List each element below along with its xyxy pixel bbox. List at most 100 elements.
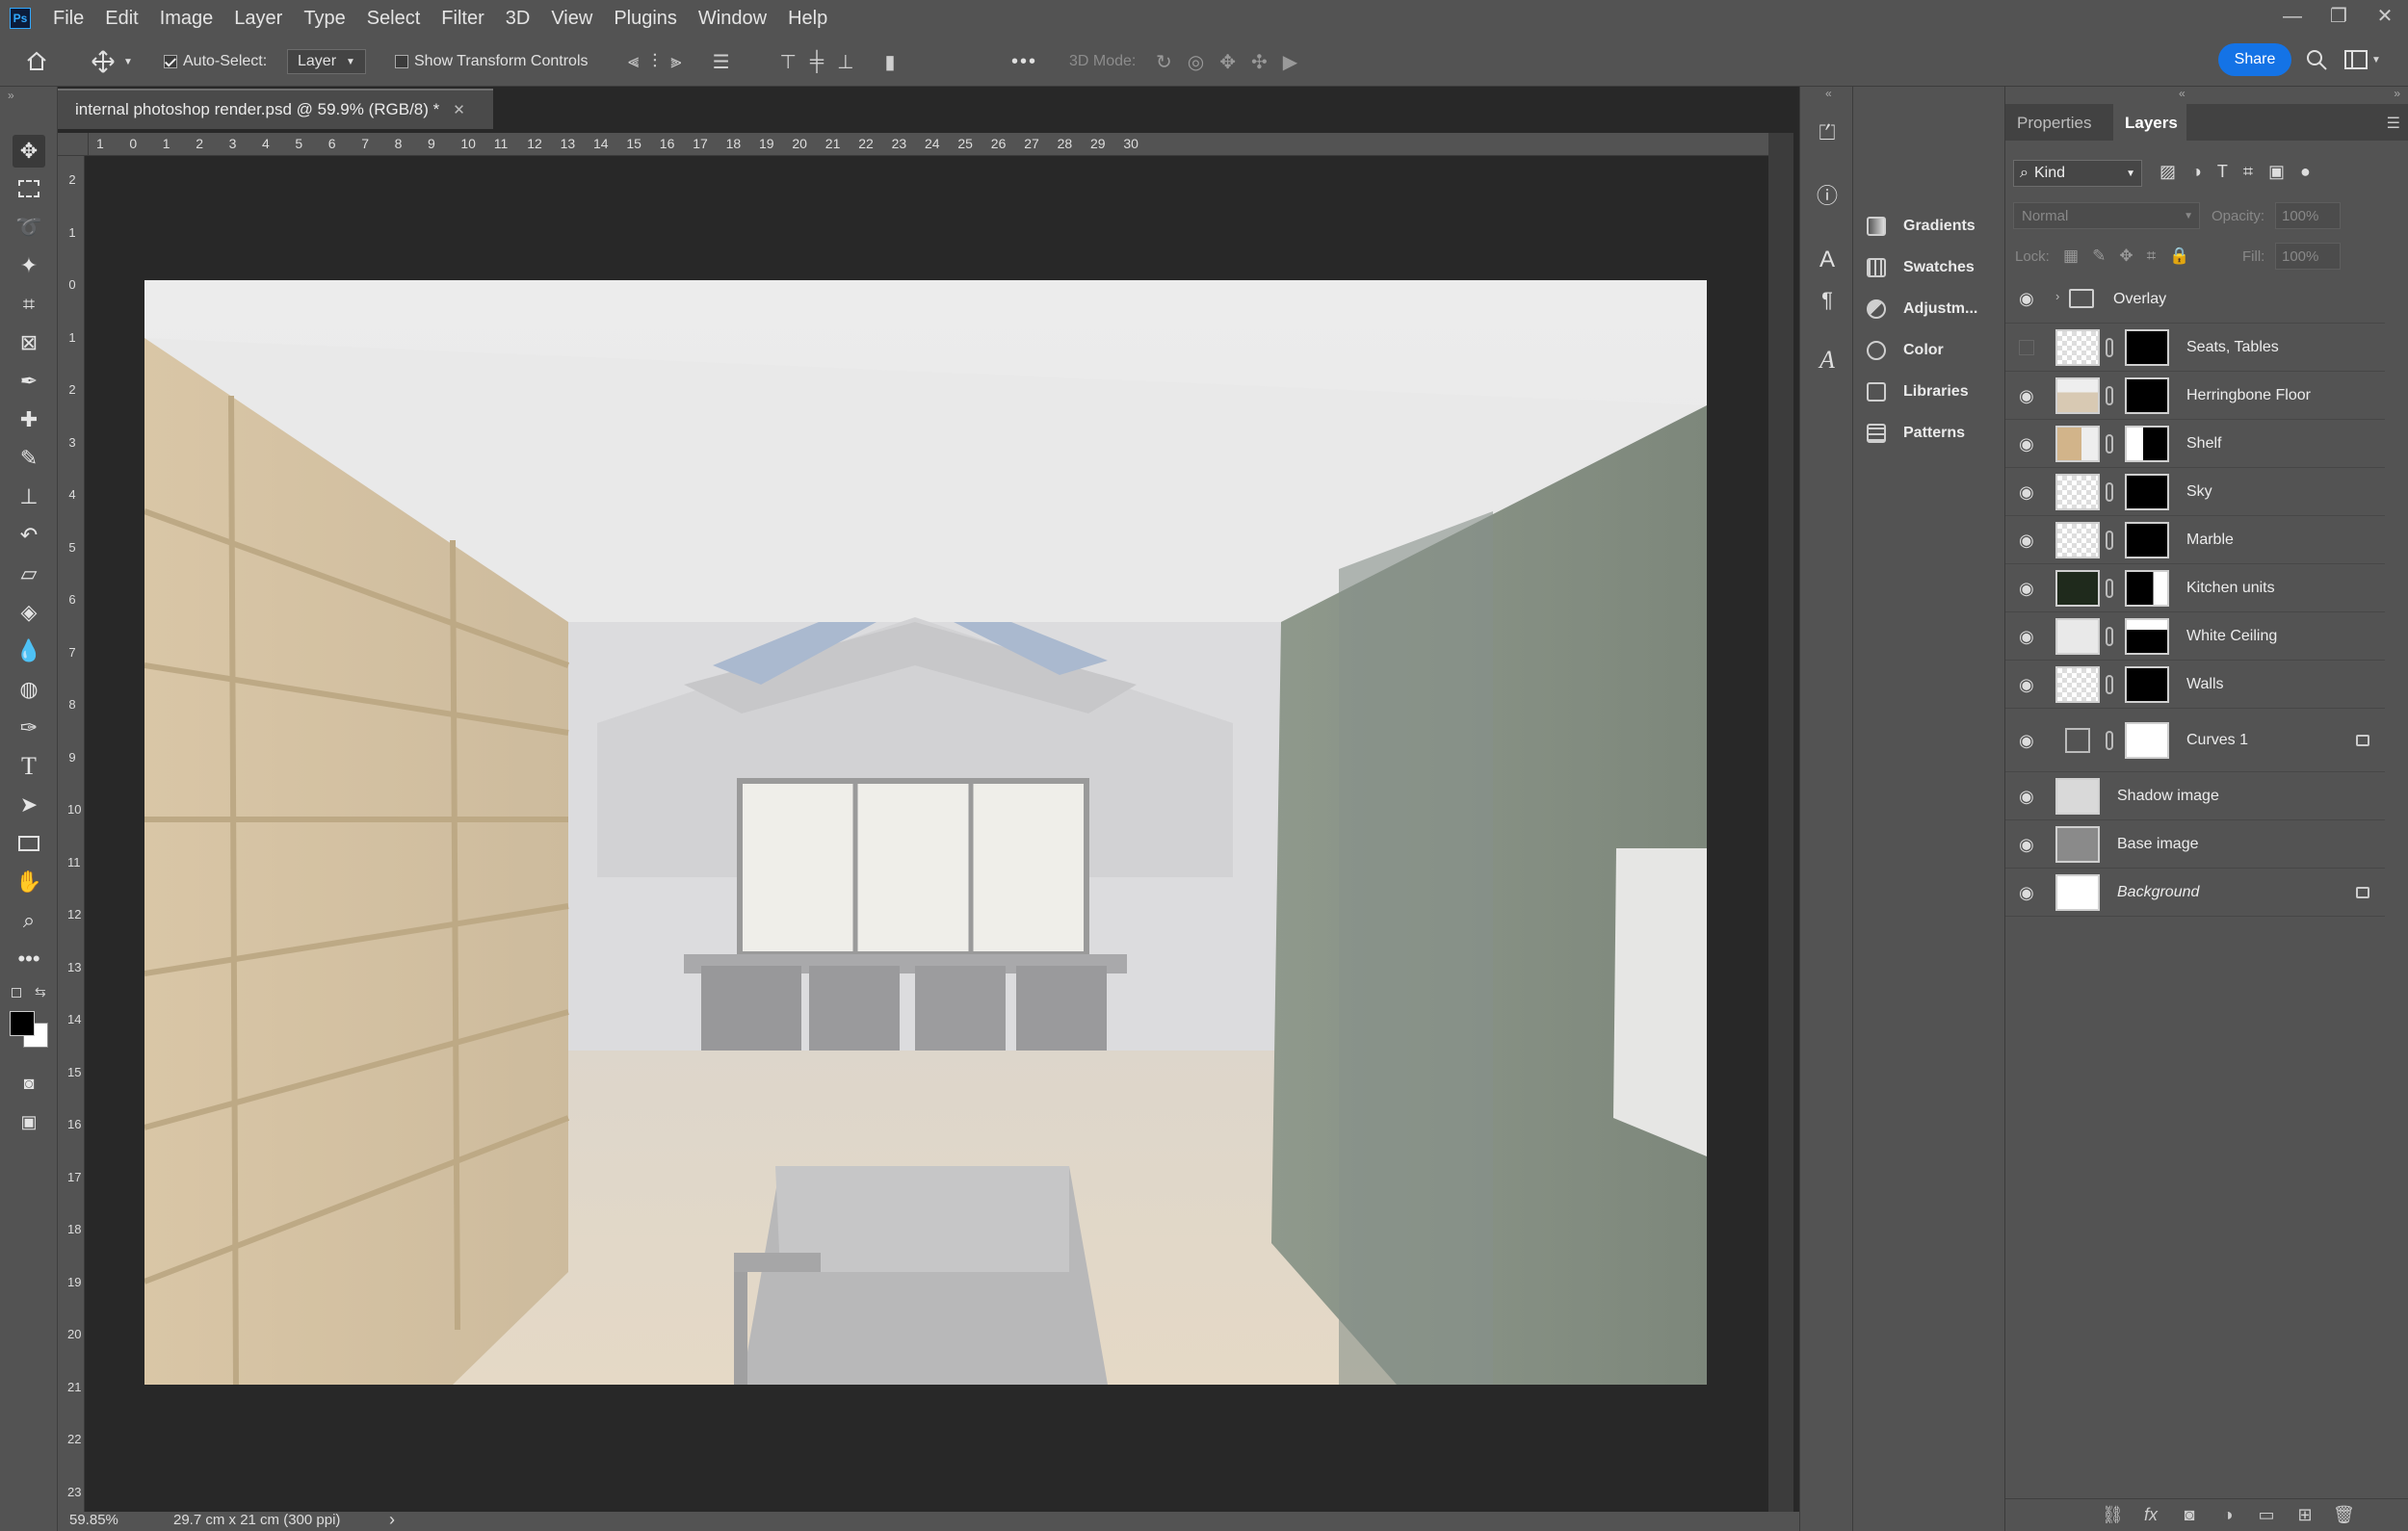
workspace-switcher[interactable]: ▼ — [2344, 48, 2383, 71]
eye-visibility-icon[interactable]: ◉ — [2019, 788, 2036, 805]
auto-select-target-dropdown[interactable]: Layer ▼ — [287, 48, 366, 75]
delete-layer-icon[interactable]: 🗑 — [2333, 1505, 2355, 1526]
more-options-button[interactable]: ••• — [1011, 48, 1037, 75]
layer-mask-thumbnail[interactable] — [2125, 722, 2169, 759]
collapse-panels-icon[interactable]: « — [1825, 87, 1832, 100]
type-tool[interactable]: T — [13, 750, 45, 783]
layer-row-curves-1[interactable]: ◉ Curves 1 — [2005, 709, 2385, 772]
menu-filter[interactable]: Filter — [431, 0, 494, 37]
eye-visibility-icon[interactable]: ◉ — [2019, 532, 2036, 549]
layer-row-white-ceiling[interactable]: ◉ White Ceiling — [2005, 612, 2385, 661]
marquee-tool[interactable] — [13, 172, 45, 205]
foreground-color-swatch[interactable] — [10, 1011, 35, 1036]
magic-wand-tool[interactable]: ✦ — [13, 249, 45, 282]
status-menu-arrow[interactable]: › — [389, 1510, 395, 1530]
opacity-input[interactable]: 100% — [2275, 202, 2341, 229]
screen-mode-icon[interactable]: ▣ — [13, 1105, 45, 1138]
align-bottom-icon[interactable]: ⊥ — [837, 50, 853, 74]
blend-mode-dropdown[interactable]: Normal ▼ — [2013, 202, 2200, 229]
align-top-icon[interactable]: ⊤ — [780, 50, 797, 74]
layer-row-shelf[interactable]: ◉ Shelf — [2005, 420, 2385, 468]
pixel-filter-icon[interactable]: ▨ — [2159, 162, 2176, 182]
document-tab[interactable]: internal photoshop render.psd @ 59.9% (R… — [58, 89, 493, 129]
swap-colors-icon[interactable]: ⇆ — [35, 984, 46, 1000]
eye-visibility-icon[interactable]: ◉ — [2019, 290, 2036, 307]
menu-type[interactable]: Type — [293, 0, 355, 37]
vertical-scrollbar[interactable] — [1768, 133, 1793, 1512]
menu-layer[interactable]: Layer — [223, 0, 293, 37]
visibility-off-box[interactable] — [2019, 340, 2034, 355]
layer-row-overlay[interactable]: ◉ › Overlay — [2005, 275, 2385, 324]
menu-window[interactable]: Window — [688, 0, 777, 37]
layer-mask-thumbnail[interactable] — [2125, 377, 2169, 414]
menu-3d[interactable]: 3D — [495, 0, 541, 37]
glyphs-icon[interactable]: A — [1810, 343, 1845, 377]
eye-visibility-icon[interactable]: ◉ — [2019, 483, 2036, 501]
layer-row-herringbone-floor[interactable]: ◉ Herringbone Floor — [2005, 372, 2385, 420]
panel-menu-icon[interactable]: ☰ — [2387, 114, 2400, 133]
panel-libraries[interactable]: Libraries — [1867, 377, 1969, 406]
eye-visibility-icon[interactable]: ◉ — [2019, 387, 2036, 404]
close-tab-icon[interactable]: ✕ — [453, 101, 465, 118]
layer-row-marble[interactable]: ◉ Marble — [2005, 516, 2385, 564]
history-brush-tool[interactable]: ↶ — [13, 519, 45, 552]
hand-tool[interactable]: ✋ — [13, 866, 45, 898]
add-mask-icon[interactable]: ◙ — [2179, 1505, 2200, 1526]
restore-button[interactable]: ❐ — [2316, 0, 2362, 33]
home-icon[interactable] — [25, 48, 48, 75]
layer-filter-dropdown[interactable]: ⌕ Kind ▼ — [2013, 160, 2142, 187]
align-left-icon[interactable]: ⫷ — [628, 51, 639, 73]
lock-all-icon[interactable]: 🔒 — [2169, 247, 2189, 266]
minimize-button[interactable]: — — [2269, 0, 2316, 33]
menu-help[interactable]: Help — [777, 0, 838, 37]
align-center-icon[interactable]: ⫶ — [652, 51, 657, 73]
zoom-level[interactable]: 59.85% — [69, 1512, 118, 1528]
3d-camera-icon[interactable]: ▶ — [1283, 50, 1297, 74]
healing-brush-tool[interactable]: ✚ — [13, 403, 45, 436]
paint-bucket-tool[interactable]: ◈ — [13, 596, 45, 629]
eye-visibility-icon[interactable]: ◉ — [2019, 676, 2036, 693]
3d-pan-icon[interactable]: ✥ — [1219, 50, 1236, 74]
layer-row-seats-tables[interactable]: Seats, Tables — [2005, 324, 2385, 372]
ruler-corner[interactable] — [58, 133, 89, 156]
more-tools-icon[interactable]: ••• — [13, 943, 45, 975]
crop-tool[interactable]: ⌗ — [13, 288, 45, 321]
frame-tool[interactable]: ⊠ — [13, 326, 45, 359]
fx-icon[interactable]: fx — [2140, 1505, 2161, 1526]
layer-row-walls[interactable]: ◉ Walls — [2005, 661, 2385, 709]
collapse-panels-icon[interactable]: « — [2179, 87, 2186, 100]
eye-visibility-icon[interactable]: ◉ — [2019, 884, 2036, 901]
search-icon[interactable] — [2304, 47, 2329, 72]
layer-mask-thumbnail[interactable] — [2125, 570, 2169, 607]
menu-plugins[interactable]: Plugins — [603, 0, 688, 37]
shape-filter-icon[interactable]: ⌗ — [2243, 162, 2253, 182]
pen-tool[interactable]: ✑ — [13, 712, 45, 744]
layer-mask-thumbnail[interactable] — [2125, 426, 2169, 462]
show-transform-checkbox[interactable]: Show Transform Controls — [395, 48, 589, 75]
zoom-tool[interactable]: ⌕ — [13, 904, 45, 937]
panel-patterns[interactable]: Patterns — [1867, 419, 1965, 448]
menu-file[interactable]: File — [42, 0, 94, 37]
3d-roll-icon[interactable]: ◎ — [1188, 50, 1204, 74]
chevron-right-icon[interactable]: › — [2055, 289, 2059, 303]
align-middle-icon[interactable]: ╪ — [810, 51, 824, 73]
clone-stamp-tool[interactable]: ⊥ — [13, 480, 45, 513]
tab-layers[interactable]: Layers — [2125, 114, 2178, 133]
move-tool-options-icon[interactable]: ▼ — [91, 48, 133, 75]
tab-properties[interactable]: Properties — [2017, 114, 2091, 133]
link-layers-icon[interactable]: ⛓ — [2102, 1505, 2124, 1526]
eye-visibility-icon[interactable]: ◉ — [2019, 628, 2036, 645]
3d-slide-icon[interactable]: ✣ — [1251, 50, 1268, 74]
eye-visibility-icon[interactable]: ◉ — [2019, 435, 2036, 453]
eyedropper-tool[interactable]: ✒ — [13, 365, 45, 398]
info-icon[interactable]: ⓘ — [1810, 177, 1845, 212]
vertical-ruler[interactable]: 2 1 0 1 2 3 4 5 6 7 8 9 10 11 12 13 14 15 16 17 18 19 20 21 22 23 — [58, 156, 85, 1512]
close-window-button[interactable]: ✕ — [2362, 0, 2408, 33]
layer-row-shadow-image[interactable]: ◉ Shadow image — [2005, 772, 2385, 820]
layer-row-sky[interactable]: ◉ Sky — [2005, 468, 2385, 516]
canvas-image[interactable] — [144, 280, 1707, 1385]
quick-mask-icon[interactable]: ◙ — [13, 1067, 45, 1100]
type-filter-icon[interactable]: T — [2217, 162, 2228, 182]
path-selection-tool[interactable]: ➤ — [13, 789, 45, 821]
lock-transparent-icon[interactable]: ▦ — [2063, 247, 2079, 266]
